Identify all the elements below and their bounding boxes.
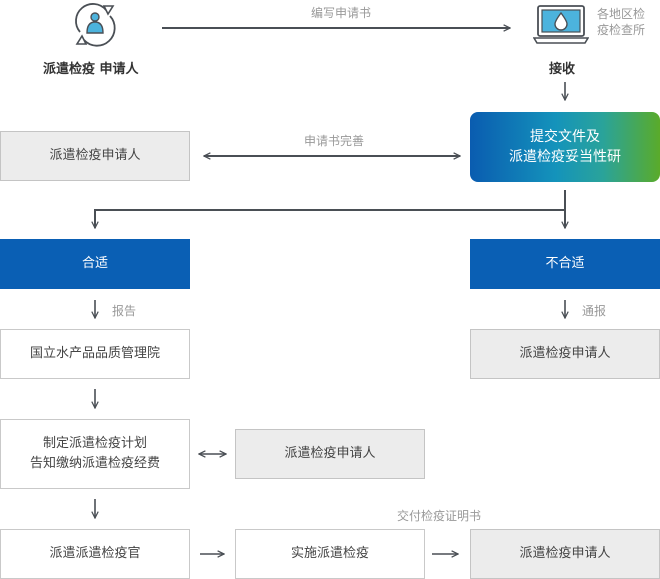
- supplement-label: 申请书完善: [304, 134, 365, 148]
- document-review-box: 提交文件及 派遣检疫妥当性研: [470, 112, 660, 182]
- regional-office-label: 各地区检 疫检查所: [597, 6, 645, 38]
- regional-office-label-line1: 各地区检: [597, 7, 646, 21]
- person-cycle-icon: [75, 3, 116, 47]
- applicant-label: 派遣检疫 申请人: [43, 62, 139, 77]
- dispatch-officer-box: 派遣派遣检疫官: [0, 529, 190, 579]
- receive-label: 接收: [549, 62, 576, 77]
- report-label: 报告: [112, 304, 137, 318]
- flow-connectors: [0, 0, 660, 579]
- regional-office-label-line2: 疫检查所: [597, 23, 646, 37]
- notify-label: 通报: [582, 304, 607, 318]
- inspection-plan-line1: 制定派遣检疫计划: [42, 436, 147, 451]
- plan-applicant-box: 派遣检疫申请人: [235, 429, 425, 479]
- final-applicant-box: 派遣检疫申请人: [470, 529, 660, 579]
- suitable-box: 合适: [0, 239, 190, 289]
- document-review-line2: 派遣检疫妥当性研: [509, 149, 621, 165]
- inspection-plan-line2: 告知缴纳派遣检疫经费: [29, 456, 160, 471]
- applicant-node: 派遣检疫 申请人: [40, 0, 150, 80]
- inspection-plan-box: 制定派遣检疫计划 告知缴纳派遣检疫经费: [0, 419, 190, 489]
- institute-box: 国立水产品品质管理院: [0, 329, 190, 379]
- applicant-box-supplement: 派遣检疫申请人: [0, 131, 190, 181]
- certificate-label: 交付检疫证明书: [397, 509, 482, 523]
- line-to-suitable: [95, 209, 565, 228]
- document-review-line1: 提交文件及: [530, 129, 600, 145]
- laptop-water-drop-icon: [533, 5, 589, 44]
- notified-applicant-box: 派遣检疫申请人: [470, 329, 660, 379]
- execute-inspection-box: 实施派遣检疫: [235, 529, 425, 579]
- unsuitable-box: 不合适: [470, 239, 660, 289]
- write-application-label: 编写申请书: [311, 6, 372, 20]
